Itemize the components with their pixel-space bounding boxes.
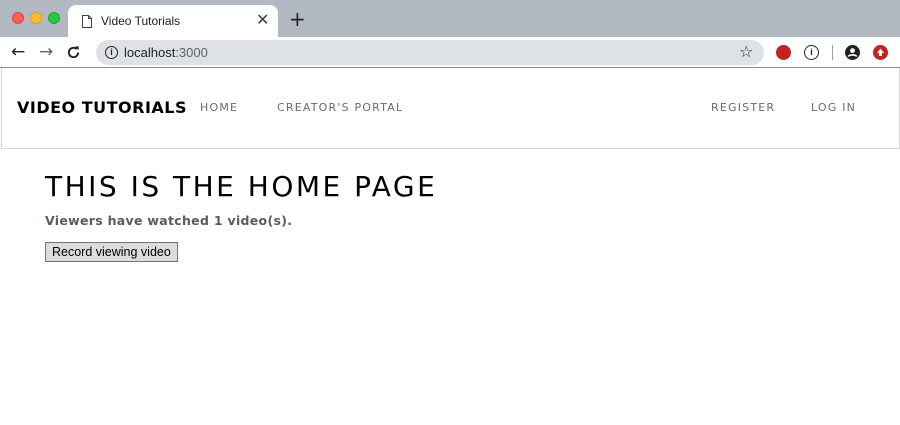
close-icon[interactable]: ✕ [256,11,269,29]
site-brand[interactable]: VIDEO TUTORIALS [17,98,187,117]
reload-icon[interactable] [66,41,81,66]
account-icon[interactable] [845,45,860,60]
page-title: THIS IS THE HOME PAGE [45,170,438,203]
nav-link-home[interactable]: HOME [200,101,238,114]
back-arrow-icon[interactable]: ← [11,41,25,63]
bookmark-star-icon[interactable]: ☆ [739,42,753,62]
page-document-icon [82,15,92,28]
viewer-count-text: Viewers have watched 1 video(s). [45,213,293,228]
site-navbar: VIDEO TUTORIALS HOME CREATOR'S PORTAL RE… [1,68,900,149]
browser-titlebar: Video Tutorials ✕ + [0,0,900,37]
url-text[interactable]: localhost:3000 [124,45,208,60]
record-viewing-video-button[interactable]: Record viewing video [45,242,178,262]
main-content: THIS IS THE HOME PAGE Viewers have watch… [45,170,845,262]
nav-link-creators-portal[interactable]: CREATOR'S PORTAL [277,101,403,114]
browser-toolbar: ← → i localhost:3000 ☆ i [0,37,900,68]
address-bar[interactable]: i localhost:3000 ☆ [96,40,764,65]
window-close-button[interactable] [12,12,24,24]
url-host: localhost [124,45,176,60]
new-tab-button[interactable]: + [289,9,306,29]
nav-link-login[interactable]: LOG IN [811,101,856,114]
red-extension-icon-2[interactable] [873,45,888,60]
url-port: :3000 [175,45,208,60]
window-minimize-button[interactable] [30,12,42,24]
window-maximize-button[interactable] [48,12,60,24]
forward-arrow-icon[interactable]: → [39,41,53,63]
tab-title: Video Tutorials [101,14,181,28]
browser-tab[interactable]: Video Tutorials ✕ [68,5,278,37]
site-info-icon[interactable]: i [105,46,118,59]
info-extension-icon[interactable]: i [804,45,819,60]
nav-link-register[interactable]: REGISTER [711,101,775,114]
toolbar-separator [832,45,833,60]
red-extension-icon[interactable] [776,45,791,60]
